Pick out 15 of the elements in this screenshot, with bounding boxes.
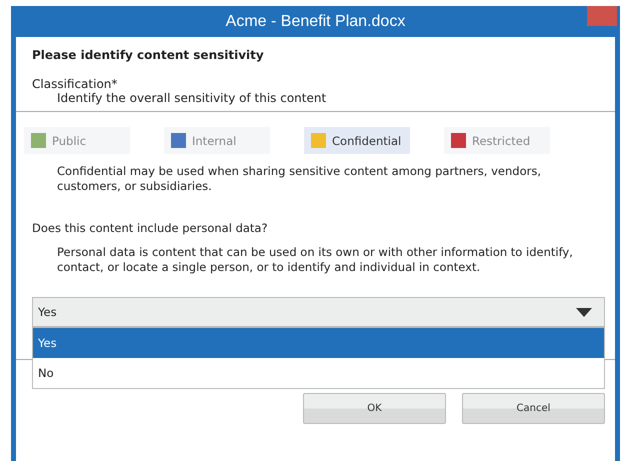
dialog-heading: Please identify content sensitivity [32,48,265,62]
classification-label: Classification* [32,77,118,91]
level-description: Confidential may be used when sharing sensitive content among partners, vendors, customers, or subsidiaries. [56,163,542,194]
cancel-button[interactable]: Cancel [462,393,605,424]
dropdown[interactable]: Yes [32,297,605,327]
caret-icon [576,308,592,316]
question-description: Personal data is content that can be used on its own or with other information to identify, contact, or locate a single person, or to identify and individual in context. [56,244,574,275]
question-text: Does this content include personal data? [31,220,269,235]
ok-button[interactable]: OK [303,393,446,424]
dropdown-option[interactable]: No [33,358,604,388]
classification-hint: Identify the overall sensitivity of this content [56,91,328,105]
close-button[interactable] [587,6,617,26]
dropdown-option[interactable]: Yes [33,328,604,358]
window-title: Acme - Benefit Plan.docx [226,12,406,30]
sensitivity-option[interactable]: Confidential [304,127,410,154]
